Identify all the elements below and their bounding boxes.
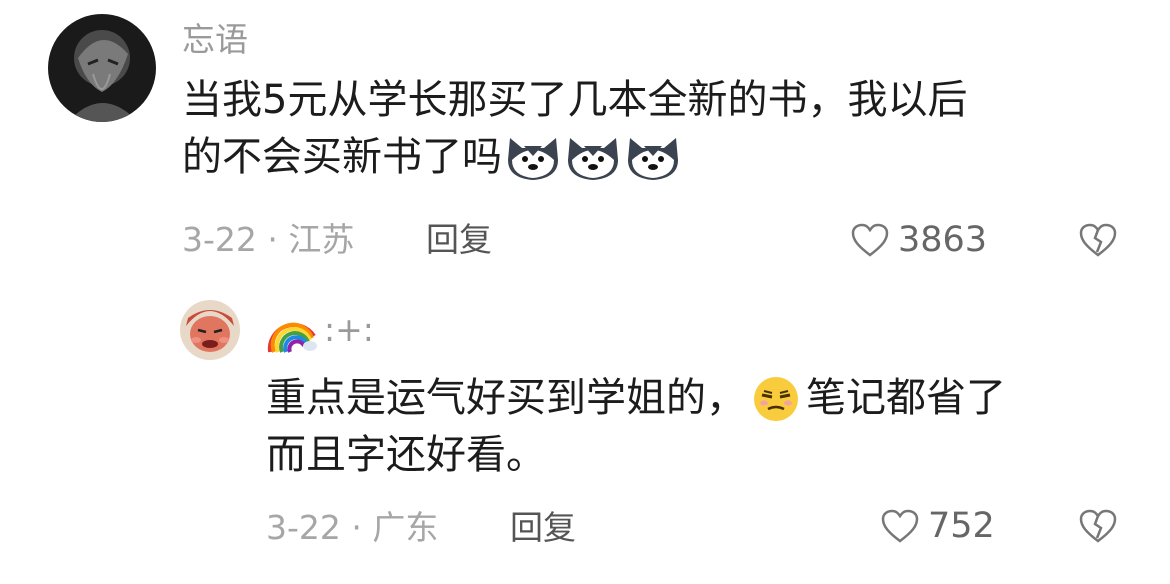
husky-emoji — [624, 132, 682, 198]
husky-emoji — [564, 132, 622, 198]
smirk-face-emoji — [750, 375, 802, 439]
username[interactable]: :+: — [266, 306, 374, 354]
comment-line: 的不会买新书了吗 — [182, 129, 967, 186]
reply-button[interactable]: 回复 — [426, 220, 492, 260]
husky-emoji — [504, 132, 562, 198]
comment-line-text: 笔记都省了 — [806, 375, 1006, 421]
comment-text: 重点是运气好买到学姐的， 笔记都省了 而且字还好看。 — [266, 370, 1006, 484]
comment-text: 当我5元从学长那买了几本全新的书，我以后 的不会买新书了吗 — [182, 72, 967, 186]
comment-line: 重点是运气好买到学姐的， 笔记都省了 — [266, 370, 1006, 427]
reply-button[interactable]: 回复 — [510, 508, 576, 548]
avatar[interactable] — [48, 14, 156, 122]
like-count: 752 — [928, 506, 995, 546]
avatar[interactable] — [180, 300, 240, 360]
username-text: :+: — [324, 310, 374, 349]
like-button[interactable]: 3863 — [850, 220, 987, 260]
dislike-button[interactable] — [1078, 222, 1118, 258]
comment-meta: 3-22 · 江苏 — [182, 220, 355, 259]
comment-line: 当我5元从学长那买了几本全新的书，我以后 — [182, 77, 968, 123]
comment-line: 而且字还好看。 — [266, 432, 546, 478]
comment-line-text: 的不会买新书了吗 — [182, 134, 502, 180]
rainbow-emoji — [266, 306, 318, 354]
dislike-button[interactable] — [1078, 508, 1118, 544]
username[interactable]: 忘语 — [182, 20, 248, 60]
heart-icon — [850, 222, 890, 258]
like-count: 3863 — [898, 220, 988, 260]
heart-icon — [880, 508, 920, 544]
like-button[interactable]: 752 — [880, 506, 995, 546]
comment-line-text: 重点是运气好买到学姐的， — [266, 375, 746, 421]
comment-meta: 3-22 · 广东 — [266, 508, 439, 547]
